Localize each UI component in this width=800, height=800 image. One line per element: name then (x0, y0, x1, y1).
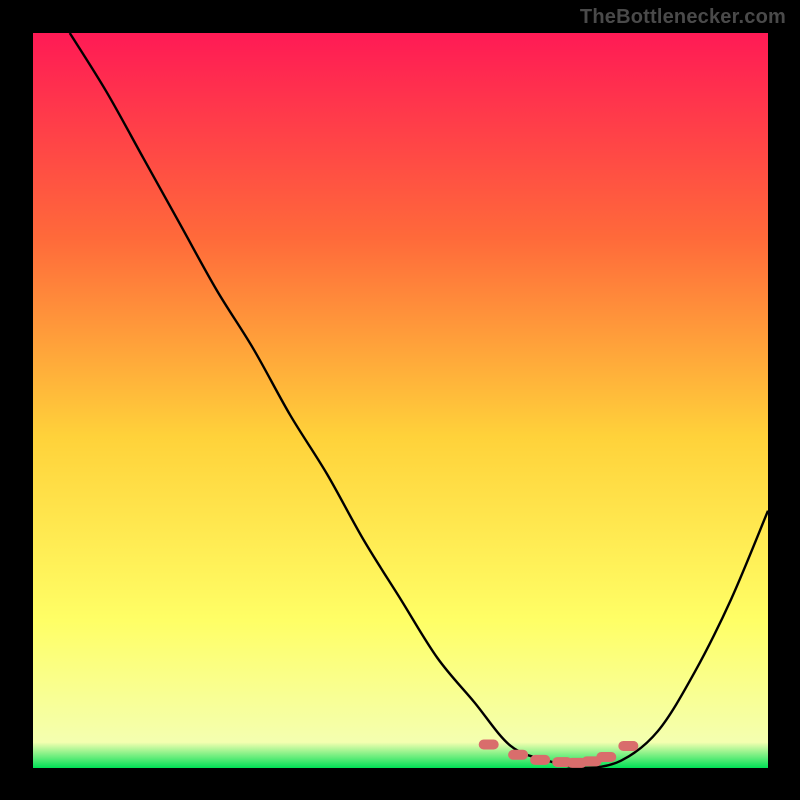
optimal-marker (508, 750, 528, 760)
optimal-marker (618, 741, 638, 751)
attribution-text: TheBottlenecker.com (580, 6, 786, 29)
plot-area (33, 33, 768, 768)
optimal-marker (530, 755, 550, 765)
optimal-marker (596, 752, 616, 762)
gradient-background (33, 33, 768, 768)
chart-svg (33, 33, 768, 768)
optimal-marker (479, 739, 499, 749)
chart-stage: TheBottlenecker.com (0, 0, 800, 800)
